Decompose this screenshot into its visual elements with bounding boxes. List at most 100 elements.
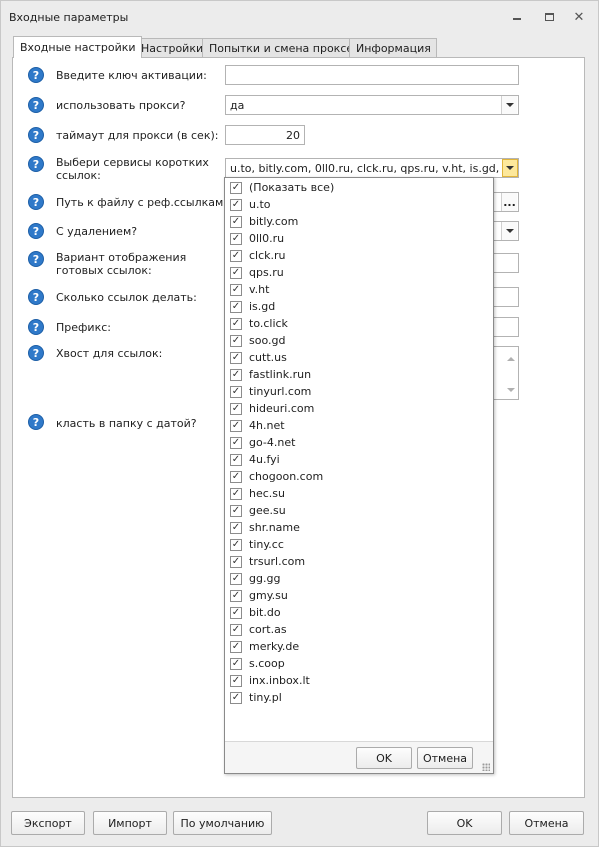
service-item[interactable]: ✓ 0ll0.ru bbox=[225, 230, 493, 247]
dropdown-cancel-button[interactable]: Отмена bbox=[417, 747, 473, 769]
activation-key-input[interactable] bbox=[225, 65, 519, 85]
help-icon[interactable]: ? bbox=[28, 414, 44, 430]
help-icon[interactable]: ? bbox=[28, 194, 44, 210]
help-icon[interactable]: ? bbox=[28, 251, 44, 267]
dropdown-ok-button[interactable]: OK bbox=[356, 747, 412, 769]
service-item[interactable]: ✓ u.to bbox=[225, 196, 493, 213]
service-item[interactable]: ✓ to.click bbox=[225, 315, 493, 332]
service-item[interactable]: ✓ merky.de bbox=[225, 638, 493, 655]
service-item[interactable]: ✓ gg.gg bbox=[225, 570, 493, 587]
checkbox[interactable]: ✓ bbox=[230, 657, 242, 670]
activation-key-label: Введите ключ активации: bbox=[56, 69, 207, 82]
help-icon[interactable]: ? bbox=[28, 67, 44, 83]
checkbox[interactable]: ✓ bbox=[230, 232, 242, 245]
service-item[interactable]: ✓ s.coop bbox=[225, 655, 493, 672]
service-item[interactable]: ✓ soo.gd bbox=[225, 332, 493, 349]
service-item[interactable]: ✓ trsurl.com bbox=[225, 553, 493, 570]
chevron-down-icon bbox=[505, 229, 514, 233]
browse-button[interactable]: ... bbox=[501, 193, 517, 211]
service-item[interactable]: ✓ tiny.pl bbox=[225, 689, 493, 706]
maximize-button[interactable] bbox=[541, 10, 557, 24]
scroll-down-button[interactable] bbox=[504, 383, 518, 397]
tab-attempts-proxies[interactable]: Попытки и смена проксей bbox=[202, 38, 367, 57]
service-item[interactable]: ✓ 4h.net bbox=[225, 417, 493, 434]
checkbox[interactable]: ✓ bbox=[230, 470, 242, 483]
service-item[interactable]: ✓ bit.do bbox=[225, 604, 493, 621]
help-icon[interactable]: ? bbox=[28, 156, 44, 172]
checkbox[interactable]: ✓ bbox=[230, 215, 242, 228]
minimize-button[interactable] bbox=[509, 10, 525, 24]
checkbox[interactable]: ✓ bbox=[230, 504, 242, 517]
service-item[interactable]: ✓ hideuri.com bbox=[225, 400, 493, 417]
help-icon[interactable]: ? bbox=[28, 127, 44, 143]
use-proxy-select[interactable]: да bbox=[225, 95, 519, 115]
checkbox[interactable]: ✓ bbox=[230, 419, 242, 432]
checkbox[interactable]: ✓ bbox=[230, 402, 242, 415]
checkbox[interactable]: ✓ bbox=[230, 300, 242, 313]
checkbox[interactable]: ✓ bbox=[230, 623, 242, 636]
service-item[interactable]: ✓ gee.su bbox=[225, 502, 493, 519]
help-icon[interactable]: ? bbox=[28, 223, 44, 239]
show-all-item[interactable]: ✓ (Показать все) bbox=[225, 179, 493, 196]
use-proxy-dropdown-button[interactable] bbox=[501, 96, 517, 114]
help-icon[interactable]: ? bbox=[28, 97, 44, 113]
service-item[interactable]: ✓ qps.ru bbox=[225, 264, 493, 281]
checkbox[interactable]: ✓ bbox=[230, 368, 242, 381]
short-services-dropdown-button[interactable] bbox=[502, 159, 518, 177]
checkbox[interactable]: ✓ bbox=[230, 606, 242, 619]
service-item[interactable]: ✓ go-4.net bbox=[225, 434, 493, 451]
checkbox[interactable]: ✓ bbox=[230, 555, 242, 568]
service-item[interactable]: ✓ shr.name bbox=[225, 519, 493, 536]
checkbox[interactable]: ✓ bbox=[230, 334, 242, 347]
service-item[interactable]: ✓ tiny.cc bbox=[225, 536, 493, 553]
service-item[interactable]: ✓ cutt.us bbox=[225, 349, 493, 366]
checkbox[interactable]: ✓ bbox=[230, 351, 242, 364]
tab-input-settings[interactable]: Входные настройки bbox=[13, 36, 142, 58]
help-icon[interactable]: ? bbox=[28, 289, 44, 305]
checkbox[interactable]: ✓ bbox=[230, 266, 242, 279]
checkbox[interactable]: ✓ bbox=[230, 436, 242, 449]
resize-grip[interactable] bbox=[482, 763, 490, 771]
ok-button[interactable]: OK bbox=[427, 811, 502, 835]
checkbox[interactable]: ✓ bbox=[230, 521, 242, 534]
checkbox[interactable]: ✓ bbox=[230, 640, 242, 653]
service-item[interactable]: ✓ hec.su bbox=[225, 485, 493, 502]
service-item[interactable]: ✓ inx.inbox.lt bbox=[225, 672, 493, 689]
import-button[interactable]: Импорт bbox=[93, 811, 167, 835]
short-services-select[interactable]: u.to, bitly.com, 0ll0.ru, clck.ru, qps.r… bbox=[225, 158, 519, 178]
checkbox[interactable]: ✓ bbox=[230, 674, 242, 687]
service-item[interactable]: ✓ is.gd bbox=[225, 298, 493, 315]
service-item[interactable]: ✓ 4u.fyi bbox=[225, 451, 493, 468]
checkbox[interactable]: ✓ bbox=[230, 487, 242, 500]
checkbox[interactable]: ✓ bbox=[230, 181, 242, 194]
defaults-button[interactable]: По умолчанию bbox=[173, 811, 272, 835]
checkbox[interactable]: ✓ bbox=[230, 538, 242, 551]
proxy-timeout-input[interactable]: 20 bbox=[225, 125, 305, 145]
checkbox[interactable]: ✓ bbox=[230, 691, 242, 704]
with-delete-dropdown-button[interactable] bbox=[501, 222, 517, 240]
service-item[interactable]: ✓ bitly.com bbox=[225, 213, 493, 230]
checkbox[interactable]: ✓ bbox=[230, 589, 242, 602]
close-button[interactable]: ✕ bbox=[571, 10, 587, 24]
help-icon[interactable]: ? bbox=[28, 345, 44, 361]
service-item[interactable]: ✓ gmy.su bbox=[225, 587, 493, 604]
tab-information[interactable]: Информация bbox=[349, 38, 437, 57]
checkbox[interactable]: ✓ bbox=[230, 198, 242, 211]
service-item[interactable]: ✓ clck.ru bbox=[225, 247, 493, 264]
checkbox[interactable]: ✓ bbox=[230, 249, 242, 262]
help-icon[interactable]: ? bbox=[28, 319, 44, 335]
service-item[interactable]: ✓ fastlink.run bbox=[225, 366, 493, 383]
scroll-up-button[interactable] bbox=[504, 352, 518, 366]
cancel-button[interactable]: Отмена bbox=[509, 811, 584, 835]
service-item[interactable]: ✓ chogoon.com bbox=[225, 468, 493, 485]
checkbox[interactable]: ✓ bbox=[230, 317, 242, 330]
checkbox[interactable]: ✓ bbox=[230, 283, 242, 296]
checkbox[interactable]: ✓ bbox=[230, 453, 242, 466]
service-item[interactable]: ✓ tinyurl.com bbox=[225, 383, 493, 400]
service-item[interactable]: ✓ v.ht bbox=[225, 281, 493, 298]
checkbox[interactable]: ✓ bbox=[230, 572, 242, 585]
service-item[interactable]: ✓ cort.as bbox=[225, 621, 493, 638]
tab-settings[interactable]: Настройки bbox=[134, 38, 210, 57]
export-button[interactable]: Экспорт bbox=[11, 811, 85, 835]
checkbox[interactable]: ✓ bbox=[230, 385, 242, 398]
